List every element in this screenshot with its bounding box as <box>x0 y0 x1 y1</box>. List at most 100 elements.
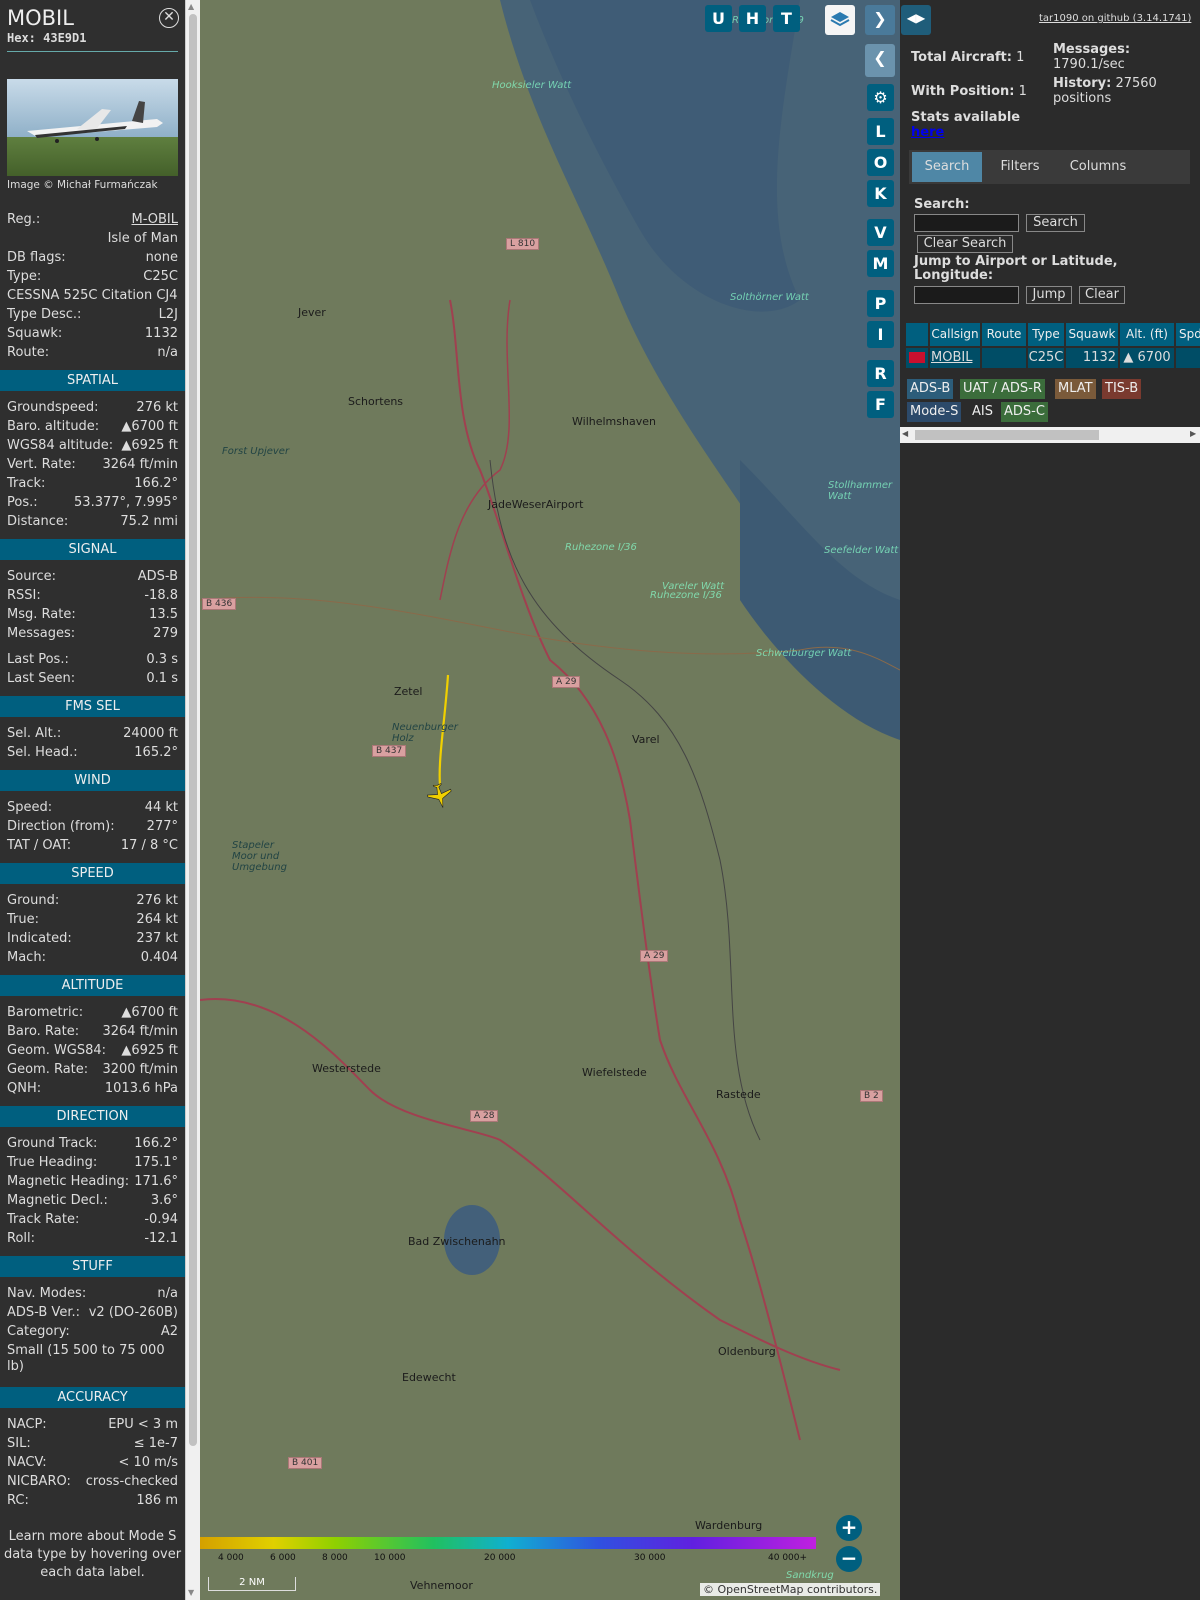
expand-right-icon[interactable]: ❯ <box>865 5 895 35</box>
tab-columns[interactable]: Columns <box>1058 152 1138 182</box>
altitude-color-legend <box>200 1537 816 1549</box>
info-value: 186 m <box>136 1493 178 1508</box>
info-label: WGS84 altitude: <box>7 438 114 453</box>
legend-tick-label: 10 000 <box>374 1553 406 1563</box>
map-button-o[interactable]: O <box>867 149 894 176</box>
info-value: ▲6925 ft <box>121 1043 178 1058</box>
messages-value: 1790.1/sec <box>1053 57 1125 72</box>
zoom-in-icon[interactable]: + <box>836 1515 862 1541</box>
scroll-left-icon[interactable]: ◀ <box>902 429 908 438</box>
clear-search-button[interactable]: Clear Search <box>917 235 1013 253</box>
column-header-speed[interactable]: Spd <box>1176 323 1200 346</box>
collapse-left-icon[interactable]: ❮ <box>865 44 895 77</box>
info-label: Nav. Modes: <box>7 1286 87 1301</box>
column-header-route[interactable]: Route <box>982 323 1026 346</box>
map-place-label: Solthörner Watt <box>730 292 809 303</box>
tab-filters[interactable]: Filters <box>986 152 1054 182</box>
resize-panel-icon[interactable]: ◀▶ <box>901 5 931 35</box>
map-place-label: Oldenburg <box>718 1345 776 1358</box>
scroll-right-icon[interactable]: ▶ <box>1190 429 1196 438</box>
layers-icon[interactable] <box>825 5 855 35</box>
table-scrollbar-thumb[interactable] <box>915 430 1099 440</box>
map-place-label: Schortens <box>348 395 404 408</box>
info-label: Reg.: <box>7 212 41 227</box>
map-button-t[interactable]: T <box>773 5 800 32</box>
info-row: NACP: EPU < 3 m <box>0 1415 185 1434</box>
info-row: Baro. Rate: 3264 ft/min <box>0 1022 185 1041</box>
jump-input[interactable] <box>914 286 1019 304</box>
info-row: Msg. Rate: 13.5 <box>0 605 185 624</box>
row-callsign[interactable]: MOBIL <box>930 348 980 368</box>
source-badge[interactable]: ADS-C <box>1001 402 1048 422</box>
source-badge[interactable]: UAT / ADS-R <box>960 379 1045 399</box>
info-value: 17 / 8 °C <box>120 838 178 853</box>
with-position-value: 1 <box>1018 84 1027 99</box>
info-label: Last Seen: <box>7 671 76 686</box>
table-scrollbar[interactable]: ◀ ▶ <box>900 427 1200 443</box>
source-badge[interactable]: TIS-B <box>1102 379 1142 399</box>
info-value: 3264 ft/min <box>102 457 178 472</box>
search-input[interactable] <box>914 214 1019 232</box>
github-link[interactable]: tar1090 on github (3.14.1741) <box>1039 13 1191 24</box>
map-place-label: Hooksieler Watt <box>492 80 572 91</box>
map-road-label: A 29 <box>552 676 581 688</box>
info-value[interactable]: M-OBIL <box>132 210 179 229</box>
legend-tick-label: 20 000 <box>484 1553 516 1563</box>
column-header-altitude[interactable]: Alt. (ft) <box>1120 323 1174 346</box>
map-road-label: L 810 <box>506 238 540 250</box>
tab-search[interactable]: Search <box>912 152 982 182</box>
info-label: NACP: <box>7 1417 47 1432</box>
map-attribution[interactable]: © OpenStreetMap contributors. <box>700 1583 881 1596</box>
settings-gear-icon[interactable]: ⚙ <box>867 84 894 111</box>
stats-link[interactable]: here <box>911 125 944 140</box>
column-header-flag[interactable] <box>906 323 928 346</box>
info-value: 3264 ft/min <box>102 1024 178 1039</box>
info-value: n/a <box>157 345 178 360</box>
info-label: Track Rate: <box>7 1212 80 1227</box>
search-button[interactable]: Search <box>1026 214 1085 232</box>
map-button-l[interactable]: L <box>867 118 894 145</box>
info-label: RC: <box>7 1493 29 1508</box>
clear-button[interactable]: Clear <box>1079 286 1125 304</box>
close-icon[interactable]: ✕ <box>159 8 179 28</box>
info-value: 165.2° <box>134 745 178 760</box>
info-row: DB flags: none <box>0 248 185 267</box>
jump-button[interactable]: Jump <box>1026 286 1072 304</box>
info-value: 175.1° <box>134 1155 178 1170</box>
source-badge[interactable]: AIS <box>969 402 996 422</box>
map-button-p[interactable]: P <box>867 290 894 317</box>
scroll-down-icon[interactable]: ▼ <box>188 1588 194 1597</box>
info-value: ▲6925 ft <box>121 438 178 453</box>
map-view[interactable]: Jever Schortens Wilhelmshaven Forst Upjever… <box>200 0 900 1600</box>
info-label: Sel. Alt.: <box>7 726 62 741</box>
column-header-squawk[interactable]: Squawk <box>1066 323 1118 346</box>
info-row: Indicated: 237 kt <box>0 929 185 948</box>
aircraft-photo[interactable] <box>7 79 178 176</box>
scrollbar-thumb[interactable] <box>189 14 197 1446</box>
source-badge[interactable]: MLAT <box>1055 379 1096 399</box>
map-button-u[interactable]: U <box>705 5 732 32</box>
map-button-i[interactable]: I <box>867 321 894 348</box>
map-scale: 2 NM <box>208 1577 296 1591</box>
map-button-f[interactable]: F <box>867 391 894 418</box>
map-button-r[interactable]: R <box>867 360 894 387</box>
info-label: SIL: <box>7 1436 31 1451</box>
row-speed <box>1176 348 1200 368</box>
map-button-k[interactable]: K <box>867 180 894 207</box>
map-button-m[interactable]: M <box>867 250 894 277</box>
sidebar-scrollbar[interactable]: ▲ ▼ <box>185 0 200 1600</box>
info-label: Geom. Rate: <box>7 1062 89 1077</box>
column-header-type[interactable]: Type <box>1028 323 1064 346</box>
info-value: 75.2 nmi <box>120 514 178 529</box>
column-header-callsign[interactable]: Callsign <box>930 323 980 346</box>
scroll-up-icon[interactable]: ▲ <box>188 2 194 11</box>
total-aircraft-label: Total Aircraft: <box>911 50 1012 65</box>
source-badge[interactable]: Mode-S <box>907 402 962 422</box>
map-button-h[interactable]: H <box>739 5 766 32</box>
map-button-v[interactable]: V <box>867 219 894 246</box>
info-value: -12.1 <box>144 1231 178 1246</box>
zoom-out-icon[interactable]: − <box>836 1546 862 1572</box>
map-place-label: Zetel <box>394 685 423 698</box>
source-badge[interactable]: ADS-B <box>907 379 954 399</box>
info-value: 171.6° <box>134 1174 178 1189</box>
